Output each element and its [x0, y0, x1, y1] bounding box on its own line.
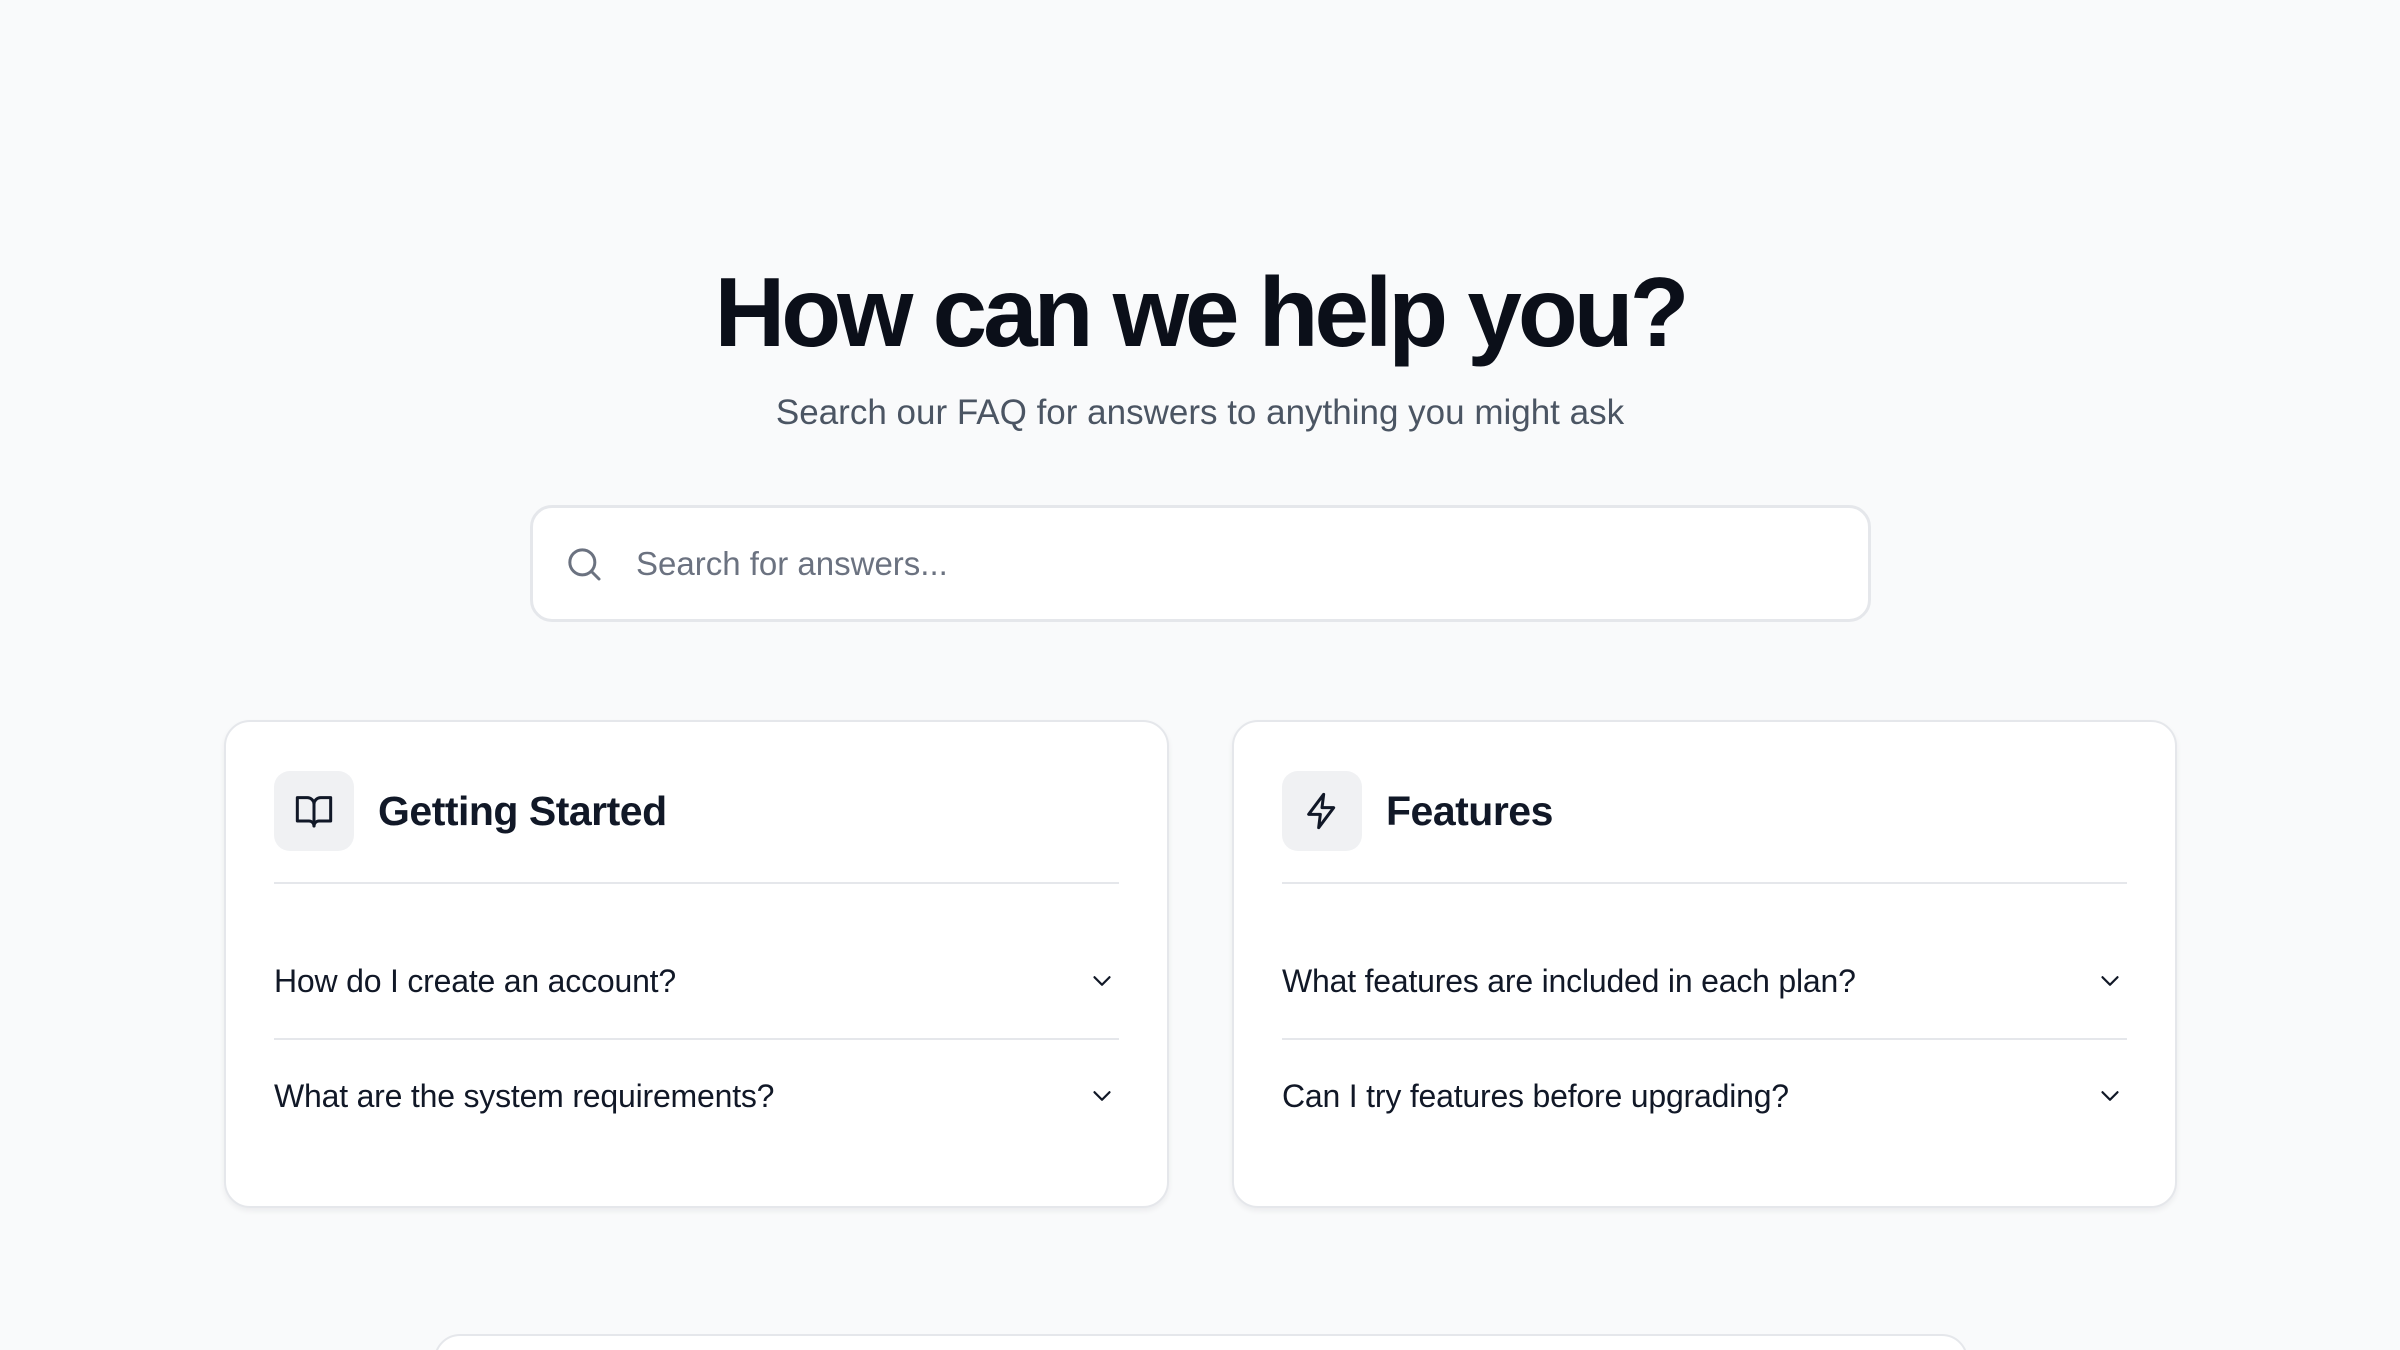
bottom-panel-partial — [434, 1334, 1968, 1350]
category-icon-tile — [1282, 771, 1362, 851]
faq-category-features: Features What features are included in e… — [1232, 720, 2177, 1208]
page-subtitle: Search our FAQ for answers to anything y… — [775, 393, 1625, 432]
divider — [274, 882, 1119, 884]
chevron-down-icon — [1093, 1091, 1111, 1101]
page-title: How can we help you? — [714, 257, 1690, 367]
faq-question: Can I try features before upgrading? — [1282, 1077, 1789, 1114]
faq-item-create-account[interactable]: How do I create an account? — [274, 924, 1119, 1038]
category-icon-tile — [274, 771, 354, 851]
faq-page: How can we help you? Search our FAQ for … — [0, 0, 2400, 1350]
category-title: Getting Started — [378, 787, 667, 834]
faq-item-system-requirements[interactable]: What are the system requirements? — [274, 1038, 1119, 1152]
faq-list: What features are included in each plan?… — [1282, 924, 2127, 1152]
search-input[interactable] — [634, 533, 1834, 594]
book-open-icon — [295, 796, 333, 828]
search-bar[interactable] — [530, 505, 1871, 622]
search-icon — [568, 547, 601, 580]
category-header: Getting Started — [274, 770, 1119, 852]
faq-question: How do I create an account? — [274, 962, 676, 999]
faq-question: What features are included in each plan? — [1282, 962, 1856, 999]
faq-category-getting-started: Getting Started How do I create an accou… — [224, 720, 1169, 1208]
faq-item-try-features[interactable]: Can I try features before upgrading? — [1282, 1038, 2127, 1152]
divider — [1282, 882, 2127, 884]
category-header: Features — [1282, 770, 2127, 852]
chevron-down-icon — [1093, 976, 1111, 986]
faq-list: How do I create an account? What are the… — [274, 924, 1119, 1152]
category-title: Features — [1386, 787, 1553, 834]
faq-item-plan-features[interactable]: What features are included in each plan? — [1282, 924, 2127, 1038]
chevron-down-icon — [2101, 1091, 2119, 1101]
faq-question: What are the system requirements? — [274, 1077, 775, 1114]
lightning-bolt-icon — [1307, 792, 1336, 830]
chevron-down-icon — [2101, 976, 2119, 986]
